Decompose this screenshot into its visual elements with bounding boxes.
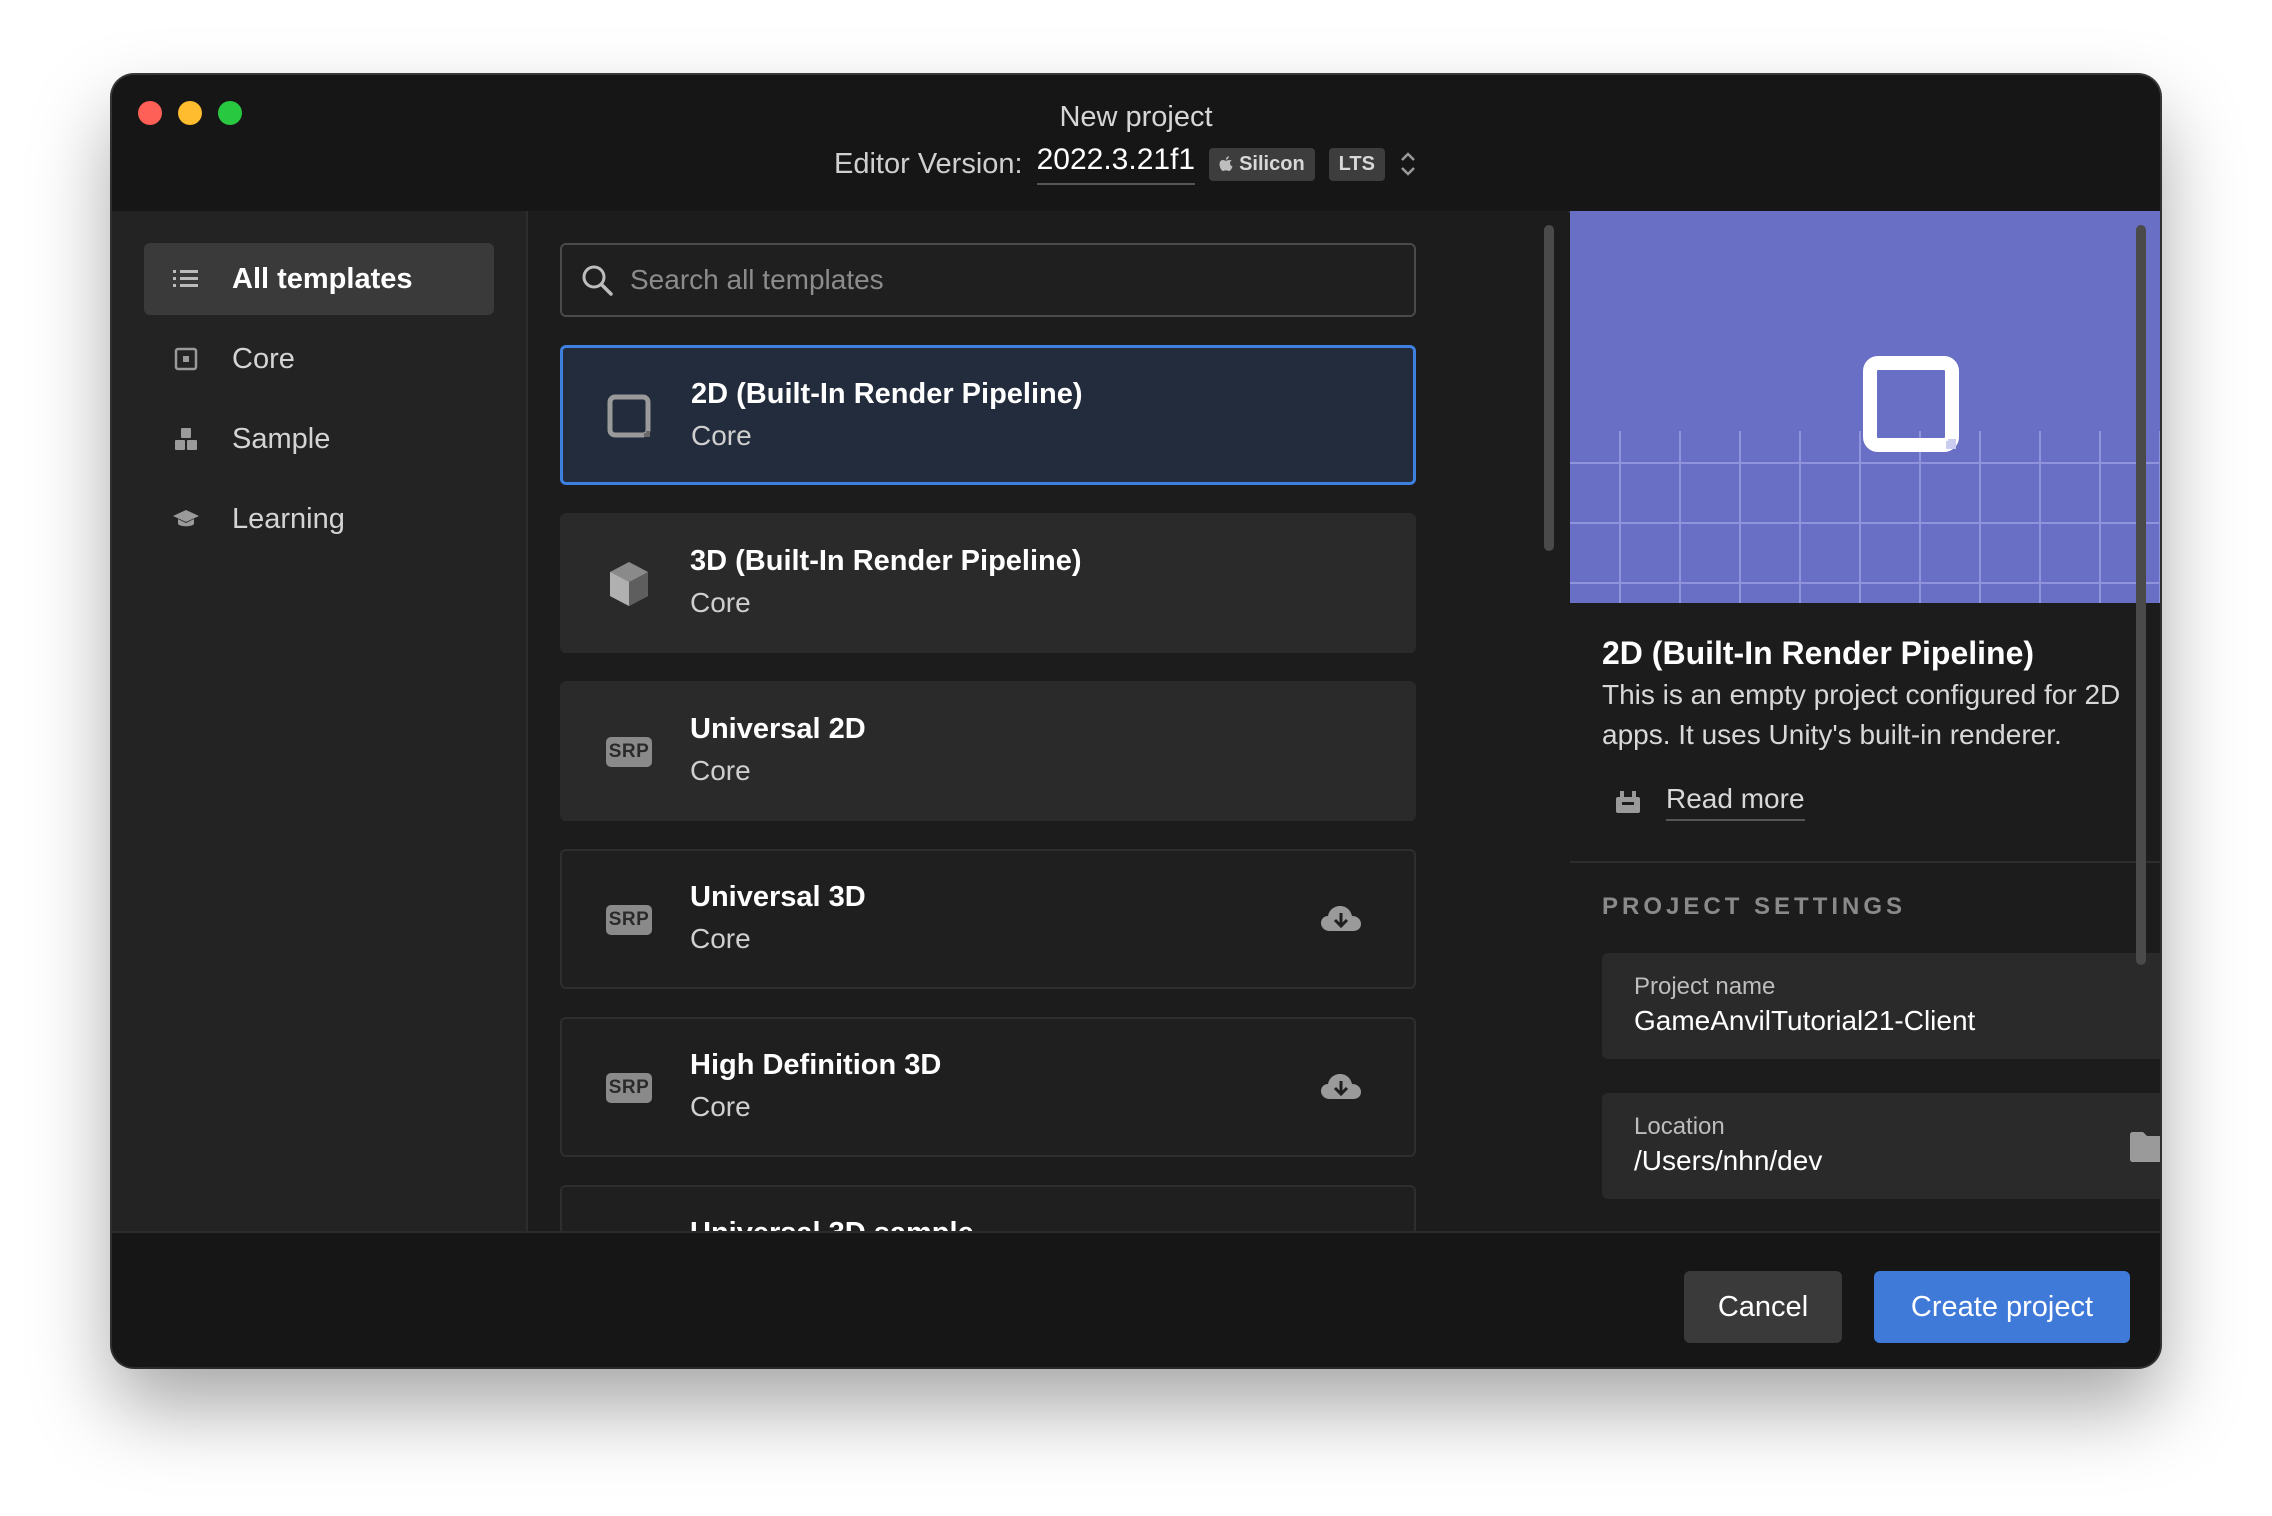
- template-detail-pane: 2D (Built-In Render Pipeline) This is an…: [1570, 211, 2160, 1231]
- template-title: 2D (Built-In Render Pipeline): [691, 378, 1083, 410]
- template-list-scrollbar[interactable]: [1544, 225, 1554, 551]
- new-project-window: New project Editor Version: 2022.3.21f1 …: [112, 75, 2160, 1367]
- template-category: Core: [690, 755, 751, 786]
- cloud-download-icon[interactable]: [1320, 1071, 1362, 1103]
- sidebar-item-sample[interactable]: Sample: [144, 403, 494, 475]
- location-field[interactable]: Location /Users/nhn/dev: [1602, 1093, 2160, 1199]
- template-category: Core: [691, 420, 752, 451]
- read-more-label: Read more: [1666, 783, 1805, 821]
- divider: [1570, 861, 2160, 863]
- detail-description: This is an empty project configured for …: [1602, 679, 2121, 750]
- template-title: High Definition 3D: [690, 1049, 942, 1081]
- core-icon: [172, 345, 200, 373]
- srp-icon-label: SRP: [605, 1073, 653, 1103]
- detail-title: 2D (Built-In Render Pipeline): [1602, 635, 2035, 671]
- sidebar-item-label: Learning: [232, 502, 345, 535]
- sidebar-item-core[interactable]: Core: [144, 323, 494, 395]
- srp-icon: SRP: [604, 895, 654, 945]
- title-bar: New project Editor Version: 2022.3.21f1 …: [112, 75, 2160, 213]
- srp-icon: SRP: [604, 727, 654, 777]
- create-project-button[interactable]: Create project: [1874, 1271, 2130, 1343]
- dialog-footer: Cancel Create project: [112, 1231, 2160, 1367]
- silicon-badge: Silicon: [1209, 147, 1315, 181]
- template-category: Core: [690, 923, 751, 954]
- editor-version-label: Editor Version:: [834, 147, 1023, 180]
- version-chevron-icon[interactable]: [1399, 149, 1417, 179]
- window-title: New project: [1059, 101, 1213, 133]
- template-title: 3D (Built-In Render Pipeline): [690, 545, 1082, 577]
- cube-icon: [604, 559, 654, 609]
- graduation-cap-icon: [172, 505, 200, 533]
- cancel-button[interactable]: Cancel: [1684, 1271, 1842, 1343]
- project-name-label: Project name: [1634, 973, 1776, 1000]
- sidebar-item-label: Core: [232, 342, 295, 375]
- location-label: Location: [1634, 1113, 1725, 1140]
- sidebar-item-all-templates[interactable]: All templates: [144, 243, 494, 315]
- template-card-3d-builtin[interactable]: 3D (Built-In Render Pipeline) Core: [560, 513, 1416, 653]
- project-name-value[interactable]: GameAnvilTutorial21-Client: [1634, 1005, 1975, 1037]
- srp-icon-label: SRP: [605, 905, 653, 935]
- detail-scrollbar[interactable]: [2136, 225, 2146, 965]
- project-name-field[interactable]: Project name GameAnvilTutorial21-Client: [1602, 953, 2160, 1059]
- editor-version-row: Editor Version: 2022.3.21f1 Silicon LTS: [834, 141, 1417, 187]
- square-icon: [605, 392, 655, 442]
- srp-icon: SRP: [604, 1063, 654, 1113]
- template-card-high-definition-3d[interactable]: SRP High Definition 3D Core: [560, 1017, 1416, 1157]
- editor-version-value[interactable]: 2022.3.21f1: [1036, 143, 1196, 185]
- manual-icon: [1616, 791, 1640, 813]
- template-title: Universal 2D: [690, 713, 866, 745]
- search-input[interactable]: Search all templates: [560, 243, 1416, 317]
- search-icon: [582, 265, 613, 296]
- template-card-2d-builtin[interactable]: 2D (Built-In Render Pipeline) Core: [560, 345, 1416, 485]
- search-placeholder: Search all templates: [630, 264, 884, 295]
- lts-badge: LTS: [1328, 147, 1385, 181]
- location-value[interactable]: /Users/nhn/dev: [1634, 1145, 1822, 1177]
- project-settings-heading: PROJECT SETTINGS: [1602, 893, 1907, 920]
- apple-icon: [1219, 156, 1233, 171]
- template-category: Core: [690, 1091, 751, 1122]
- list-icon: [172, 265, 200, 293]
- srp-icon-label: SRP: [605, 737, 653, 767]
- silicon-badge-label: Silicon: [1239, 152, 1305, 175]
- sidebar: All templates Core Sample Learning: [112, 211, 528, 1231]
- folder-icon[interactable]: [2128, 1129, 2160, 1163]
- template-card-universal-3d-sample[interactable]: Universal 3D sample: [560, 1185, 1416, 1231]
- template-title: Universal 3D sample: [690, 1217, 974, 1231]
- template-preview-image: [1570, 211, 2160, 603]
- sidebar-item-learning[interactable]: Learning: [144, 483, 494, 555]
- template-title: Universal 3D: [690, 881, 866, 913]
- sidebar-item-label: All templates: [232, 262, 413, 295]
- read-more-link[interactable]: Read more: [1614, 783, 1805, 821]
- template-card-universal-2d[interactable]: SRP Universal 2D Core: [560, 681, 1416, 821]
- template-category: Core: [690, 587, 751, 618]
- template-list-pane: Search all templates 2D (Built-In Render…: [528, 211, 1568, 1231]
- sample-icon: [172, 425, 200, 453]
- template-card-universal-3d[interactable]: SRP Universal 3D Core: [560, 849, 1416, 989]
- cloud-download-icon[interactable]: [1320, 903, 1362, 935]
- sidebar-item-label: Sample: [232, 422, 331, 455]
